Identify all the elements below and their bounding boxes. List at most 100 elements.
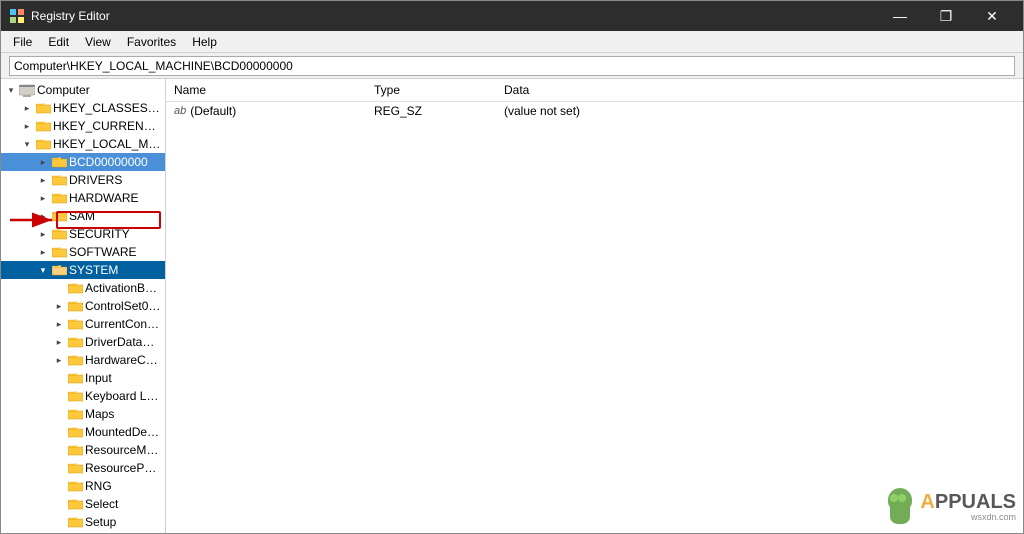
folder-icon-resourcepolicystore xyxy=(67,460,83,476)
tree-item-maps[interactable]: ▸Maps xyxy=(1,405,165,423)
tree-label-driverdatabase: DriverDatabase xyxy=(83,335,161,349)
address-bar xyxy=(1,53,1023,79)
value-name: ab (Default) xyxy=(174,104,374,118)
folder-icon-maps xyxy=(67,406,83,422)
maximize-button[interactable]: ❐ xyxy=(923,1,969,31)
registry-tree[interactable]: ▾Computer▸HKEY_CLASSES_ROOT▸HKEY_CURRENT… xyxy=(1,79,166,533)
tree-label-drivers: DRIVERS xyxy=(67,173,161,187)
expander-hklm[interactable]: ▾ xyxy=(19,136,35,152)
tree-label-hardwareconfig: HardwareConfig xyxy=(83,353,161,367)
tree-item-software2[interactable]: ▸Software xyxy=(1,531,165,533)
expander-driverdatabase[interactable]: ▸ xyxy=(51,334,67,350)
tree-label-rng: RNG xyxy=(83,479,161,493)
folder-icon-setup xyxy=(67,514,83,530)
folder-icon-bcd xyxy=(51,154,67,170)
expander-controlset001[interactable]: ▸ xyxy=(51,298,67,314)
expander-hkcu[interactable]: ▸ xyxy=(19,118,35,134)
tree-item-hkcu[interactable]: ▸ HKEY_CURRENT_USER xyxy=(1,117,165,135)
tree-item-mounteddevices[interactable]: ▸MountedDevices xyxy=(1,423,165,441)
tree-item-controlset001[interactable]: ▸ControlSet001 xyxy=(1,297,165,315)
folder-icon-hkcr xyxy=(35,100,51,116)
tree-item-currentcontrolset[interactable]: ▸CurrentControlSet xyxy=(1,315,165,333)
minimize-button[interactable]: — xyxy=(877,1,923,31)
expander-system[interactable]: ▾ xyxy=(35,262,51,278)
folder-icon-computer xyxy=(19,82,35,98)
tree-label-hkcu: HKEY_CURRENT_USER xyxy=(51,119,161,133)
tree-item-driverdatabase[interactable]: ▸ DriverDatabase xyxy=(1,333,165,351)
expander-currentcontrolset[interactable]: ▸ xyxy=(51,316,67,332)
tree-label-hardware: HARDWARE xyxy=(67,191,161,205)
expander-hardwareconfig[interactable]: ▸ xyxy=(51,352,67,368)
tree-item-input[interactable]: ▸Input xyxy=(1,369,165,387)
tree-item-resourcemanager[interactable]: ▸ResourceManager xyxy=(1,441,165,459)
tree-item-hardwareconfig[interactable]: ▸ HardwareConfig xyxy=(1,351,165,369)
expander-security[interactable]: ▸ xyxy=(35,226,51,242)
tree-item-select[interactable]: ▸Select xyxy=(1,495,165,513)
tree-item-security[interactable]: ▸ SECURITY xyxy=(1,225,165,243)
menu-edit[interactable]: Edit xyxy=(40,33,77,51)
address-input[interactable] xyxy=(9,56,1015,76)
close-button[interactable]: ✕ xyxy=(969,1,1015,31)
folder-icon-software xyxy=(51,244,67,260)
expander-computer[interactable]: ▾ xyxy=(3,82,19,98)
folder-icon-controlset001 xyxy=(67,298,83,314)
menu-view[interactable]: View xyxy=(77,33,119,51)
watermark-a: A xyxy=(920,491,934,513)
folder-icon-currentcontrolset xyxy=(67,316,83,332)
tree-label-computer: Computer xyxy=(35,83,161,97)
expander-sam[interactable]: ▸ xyxy=(35,208,51,224)
tree-item-software[interactable]: ▸SOFTWARE xyxy=(1,243,165,261)
expander-software[interactable]: ▸ xyxy=(35,244,51,260)
values-header: Name Type Data xyxy=(166,79,1023,102)
expander-bcd[interactable]: ▸ xyxy=(35,154,51,170)
tree-label-mounteddevices: MountedDevices xyxy=(83,425,161,439)
watermark: APPUALS wsxdn.com xyxy=(884,488,1016,526)
registry-value-row[interactable]: ab (Default) REG_SZ (value not set) xyxy=(166,102,1023,120)
menu-help[interactable]: Help xyxy=(184,33,225,51)
value-data: (value not set) xyxy=(504,104,1015,118)
tree-item-setup[interactable]: ▸Setup xyxy=(1,513,165,531)
folder-icon-select xyxy=(67,496,83,512)
folder-icon-input xyxy=(67,370,83,386)
folder-icon-security xyxy=(51,226,67,242)
menu-bar: File Edit View Favorites Help xyxy=(1,31,1023,53)
tree-label-security: SECURITY xyxy=(67,227,161,241)
tree-label-resourcepolicystore: ResourcePolicyStore xyxy=(83,461,161,475)
window-title: Registry Editor xyxy=(31,9,110,23)
expander-drivers[interactable]: ▸ xyxy=(35,172,51,188)
tree-label-hklm: HKEY_LOCAL_MACHINE xyxy=(51,137,161,151)
tree-item-system[interactable]: ▾SYSTEM xyxy=(1,261,165,279)
folder-icon-rng xyxy=(67,478,83,494)
registry-values: Name Type Data ab (Default) REG_SZ (valu… xyxy=(166,79,1023,533)
folder-icon-mounteddevices xyxy=(67,424,83,440)
default-icon: ab xyxy=(174,105,186,117)
menu-file[interactable]: File xyxy=(5,33,40,51)
tree-label-maps: Maps xyxy=(83,407,161,421)
expander-hkcr[interactable]: ▸ xyxy=(19,100,35,116)
tree-item-drivers[interactable]: ▸ DRIVERS xyxy=(1,171,165,189)
tree-item-rng[interactable]: ▸RNG xyxy=(1,477,165,495)
watermark-ppuals: PPUALS xyxy=(935,491,1016,513)
tree-item-hklm[interactable]: ▾ HKEY_LOCAL_MACHINE xyxy=(1,135,165,153)
col-data-header: Data xyxy=(504,83,1015,97)
tree-label-activationbroker: ActivationBroker xyxy=(83,281,161,295)
tree-item-bcd[interactable]: ▸ BCD00000000 xyxy=(1,153,165,171)
expander-hardware[interactable]: ▸ xyxy=(35,190,51,206)
tree-item-computer[interactable]: ▾ Computer xyxy=(1,81,165,99)
tree-label-select: Select xyxy=(83,497,161,511)
folder-icon-hardwareconfig xyxy=(67,352,83,368)
tree-item-hkcr[interactable]: ▸ HKEY_CLASSES_ROOT xyxy=(1,99,165,117)
tree-item-sam[interactable]: ▸SAM xyxy=(1,207,165,225)
menu-favorites[interactable]: Favorites xyxy=(119,33,184,51)
folder-icon-keyboardlayout xyxy=(67,388,83,404)
folder-icon-software2 xyxy=(67,532,83,533)
tree-item-activationbroker[interactable]: ▸ActivationBroker xyxy=(1,279,165,297)
folder-icon-activationbroker xyxy=(67,280,83,296)
tree-label-hkcr: HKEY_CLASSES_ROOT xyxy=(51,101,161,115)
tree-label-bcd: BCD00000000 xyxy=(67,155,161,169)
tree-item-hardware[interactable]: ▸ HARDWARE xyxy=(1,189,165,207)
tree-item-keyboardlayout[interactable]: ▸Keyboard Layout xyxy=(1,387,165,405)
tree-label-setup: Setup xyxy=(83,515,161,529)
tree-item-resourcepolicystore[interactable]: ▸ResourcePolicyStore xyxy=(1,459,165,477)
folder-icon-sam xyxy=(51,208,67,224)
